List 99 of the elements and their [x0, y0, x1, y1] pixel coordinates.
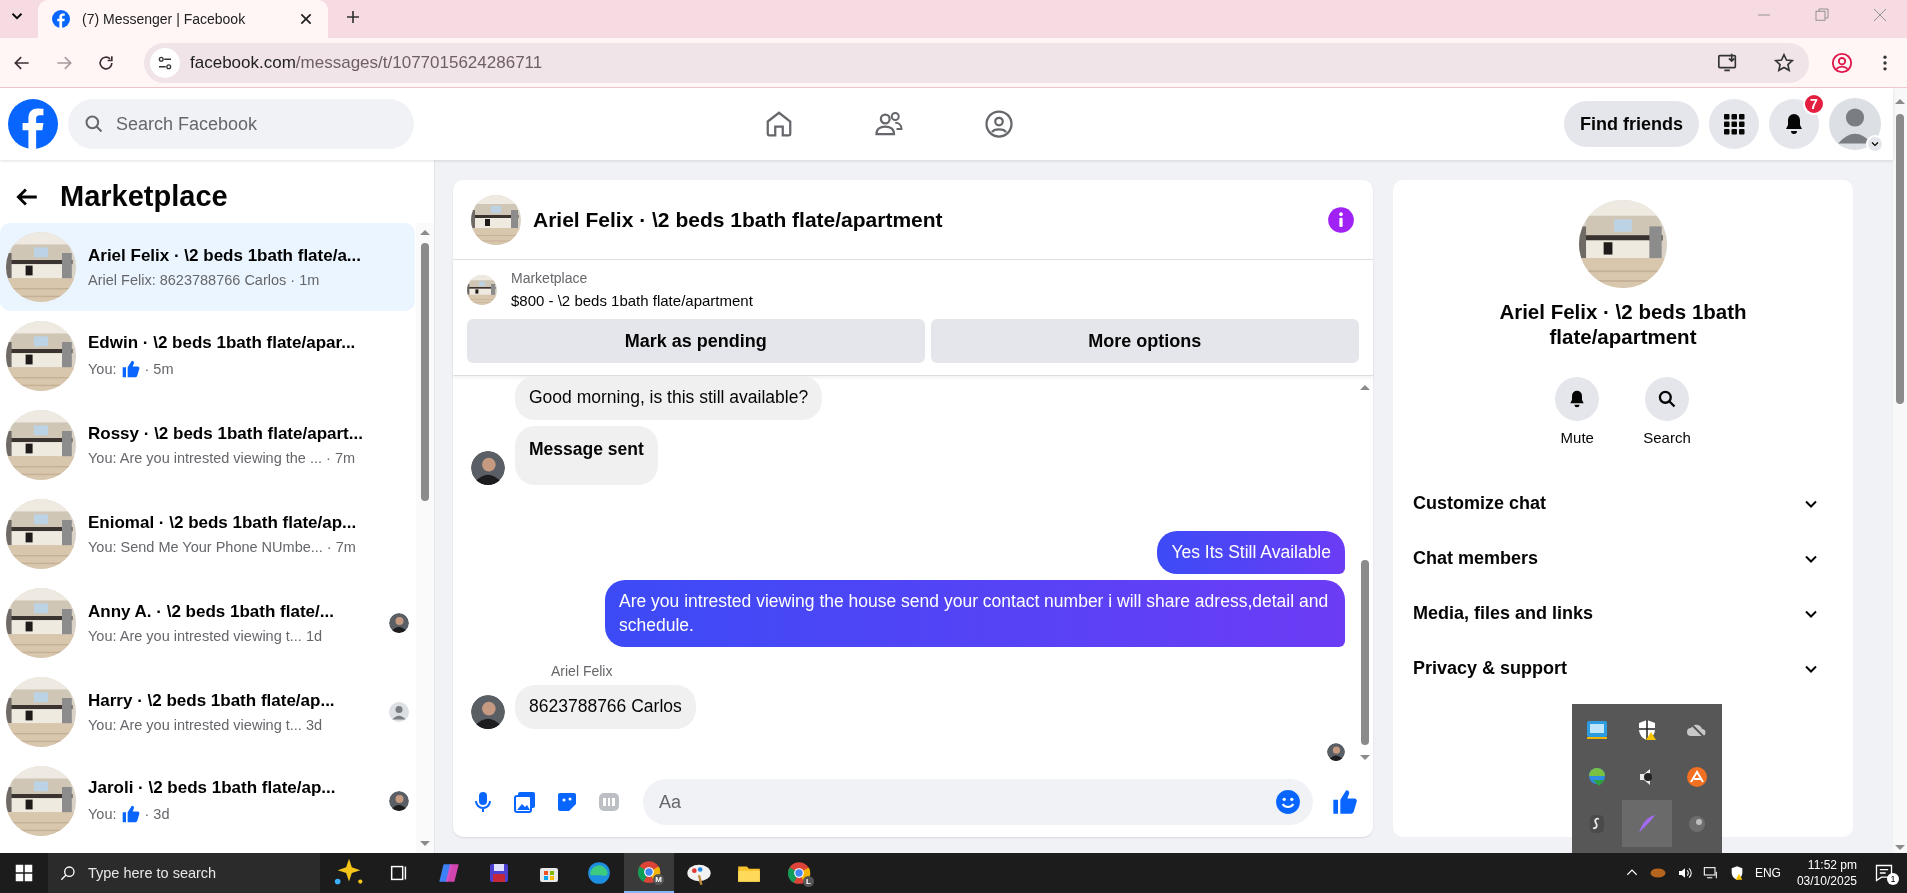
message-time: 3d — [305, 717, 322, 733]
taskbar-search-field[interactable]: Type here to search — [48, 853, 320, 893]
seen-avatar — [389, 791, 409, 811]
scrollbar-thumb[interactable] — [1896, 114, 1904, 404]
find-friends-button[interactable]: Find friends — [1564, 101, 1699, 147]
message-bubble: Are you intrested viewing the house send your contact number i will share adress,detail and schedule. — [605, 580, 1345, 648]
browser-tab[interactable]: (7) Messenger | Facebook — [38, 0, 328, 38]
seen-avatar — [389, 613, 409, 633]
seen-avatar — [389, 702, 409, 722]
message-bubble: Message sent — [515, 425, 658, 486]
apps-menu-button[interactable] — [1709, 99, 1759, 149]
message-bubble: 8623788766 Carlos — [515, 685, 696, 729]
message-time: 1d — [305, 628, 322, 644]
info-icon[interactable] — [1327, 205, 1355, 234]
search-icon — [1657, 389, 1677, 410]
emoji-icon[interactable] — [1275, 789, 1301, 815]
more-options-button[interactable]: More options — [930, 319, 1359, 363]
conversation-item[interactable]: Anny A. · \2 beds 1bath flate/... You: Are you intrested viewing t... 1d — [0, 579, 415, 667]
address-bar[interactable]: facebook.com/messages/t/1077015624286711 — [144, 42, 1809, 83]
section-header[interactable]: Customize chat — [1413, 476, 1833, 532]
notification-center-button[interactable]: 1 — [1867, 853, 1901, 893]
message-preview: You: — [88, 361, 117, 377]
windows-logo-icon — [15, 864, 33, 882]
message-preview: You: Send Me Your Phone NUmbe... — [88, 539, 323, 555]
section-header[interactable]: Chat members — [1413, 531, 1833, 587]
new-tab-icon[interactable] — [344, 8, 362, 26]
facebook-logo-icon[interactable] — [8, 99, 58, 149]
like-icon — [120, 359, 141, 379]
section-header[interactable]: Media, files and links — [1413, 586, 1833, 642]
conversation-name: Ariel Felix · \2 beds 1bath flate/a... — [88, 246, 363, 266]
message-bubble: Good morning, is this still available? — [515, 376, 823, 420]
chat-title: Ariel Felix · \2 beds 1bath flate/apartment — [533, 207, 944, 232]
message-preview: You: Are you intrested viewing t... — [88, 628, 302, 644]
profile-badge: L — [803, 876, 814, 887]
conversation-item[interactable]: Edwin · \2 beds 1bath flate/apar... You: · 5m — [0, 312, 415, 400]
like-button[interactable] — [1331, 788, 1359, 816]
conversation-name: Rossy · \2 beds 1bath flate/apart... — [88, 424, 364, 444]
profile-badge: M — [653, 874, 664, 885]
message-preview: You: — [88, 806, 117, 822]
chat-name: Ariel Felix · \2 beds 1bath flate/apartment — [1498, 300, 1748, 350]
conversation-item[interactable]: Ariel Felix · \2 beds 1bath flate/a... Ariel Felix: 8623788766 Carlos · 1m — [0, 223, 415, 311]
conversation-item[interactable]: Jaroli · \2 beds 1bath flate/ap... You: · 3d — [0, 757, 415, 845]
listing-title: $800 - \2 beds 1bath flate/apartment — [511, 292, 753, 309]
message-bubble: Yes Its Still Available — [1157, 530, 1345, 575]
language-indicator[interactable]: ENG — [1754, 866, 1781, 880]
volume-icon[interactable] — [1676, 865, 1693, 881]
sender-name: Ariel Felix — [551, 663, 614, 680]
edge-icon[interactable] — [586, 860, 612, 886]
sender-avatar — [471, 451, 505, 486]
message-time: · 5m — [144, 361, 174, 377]
search-icon — [84, 114, 104, 134]
clock[interactable]: 11:52 pm 03/10/2025 — [1796, 856, 1857, 890]
install-app-icon[interactable] — [1717, 51, 1739, 74]
message-preview: You: Are you intrested viewing the ... — [88, 450, 323, 466]
search-icon — [60, 865, 76, 881]
like-icon — [1331, 788, 1359, 816]
conversation-item[interactable]: Eniomal · \2 beds 1bath flate/ap... You: Send Me Your Phone NUmbe... · 7m — [0, 490, 415, 578]
message-icon — [1874, 863, 1894, 883]
conversation-item[interactable]: Harry · \2 beds 1bath flate/ap... You: Are you intrested viewing t... 3d — [0, 668, 415, 756]
sidebar-title: Marketplace — [60, 180, 228, 213]
message-time: · 3d — [144, 806, 170, 822]
like-icon — [120, 804, 141, 824]
taskbar-app[interactable]: L — [774, 853, 824, 893]
mark-pending-button[interactable]: Mark as pending — [467, 319, 925, 363]
sender-avatar — [471, 695, 505, 729]
conversation-name: Anny A. · \2 beds 1bath flate/... — [88, 602, 335, 622]
profile-icon[interactable] — [1831, 51, 1853, 74]
taskbar-app[interactable]: M — [624, 853, 674, 893]
message-preview: Ariel Felix: 8623788766 Carlos — [88, 272, 287, 288]
conversation-name: Eniomal · \2 beds 1bath flate/ap... — [88, 513, 358, 533]
section-header[interactable]: Privacy & support — [1413, 641, 1833, 697]
url-text: facebook.com/messages/t/1077015624286711 — [190, 52, 544, 73]
scrollbar-thumb[interactable] — [1361, 560, 1369, 745]
notification-badge: 7 — [1803, 93, 1825, 115]
conversation-item[interactable]: Rossy · \2 beds 1bath flate/apart... You: Are you intrested viewing the ... · 7m — [0, 401, 415, 489]
message-time: · 7m — [326, 450, 356, 466]
peak-logo-icon — [1685, 764, 1709, 789]
star-icon[interactable] — [1773, 51, 1795, 74]
search-field[interactable]: Search Facebook — [68, 99, 414, 149]
message-input[interactable]: Aa — [643, 779, 1313, 825]
scrollbar-thumb[interactable] — [421, 243, 429, 501]
message-time: · 7m — [326, 539, 356, 555]
message-time: · 1m — [290, 272, 320, 288]
grid-icon — [1722, 112, 1746, 136]
message-preview: You: Are you intrested viewing t... — [88, 717, 302, 733]
network-icon[interactable] — [1702, 865, 1719, 881]
close-icon[interactable] — [298, 11, 314, 27]
photo-icon[interactable] — [513, 790, 537, 814]
conversation-name: Edwin · \2 beds 1bath flate/apar... — [88, 333, 357, 353]
listing-label: Marketplace — [511, 270, 589, 286]
profile-avatar — [1829, 98, 1881, 150]
seen-avatar — [1327, 743, 1345, 761]
facebook-logo-icon — [52, 10, 70, 28]
conversation-name: Jaroli · \2 beds 1bath flate/ap... — [88, 778, 337, 798]
chrome-icon[interactable] — [786, 860, 812, 886]
conversation-name: Harry · \2 beds 1bath flate/ap... — [88, 691, 336, 711]
notification-count: 1 — [1887, 873, 1899, 885]
sticker-icon[interactable] — [555, 790, 579, 814]
chrome-icon[interactable] — [636, 859, 662, 885]
